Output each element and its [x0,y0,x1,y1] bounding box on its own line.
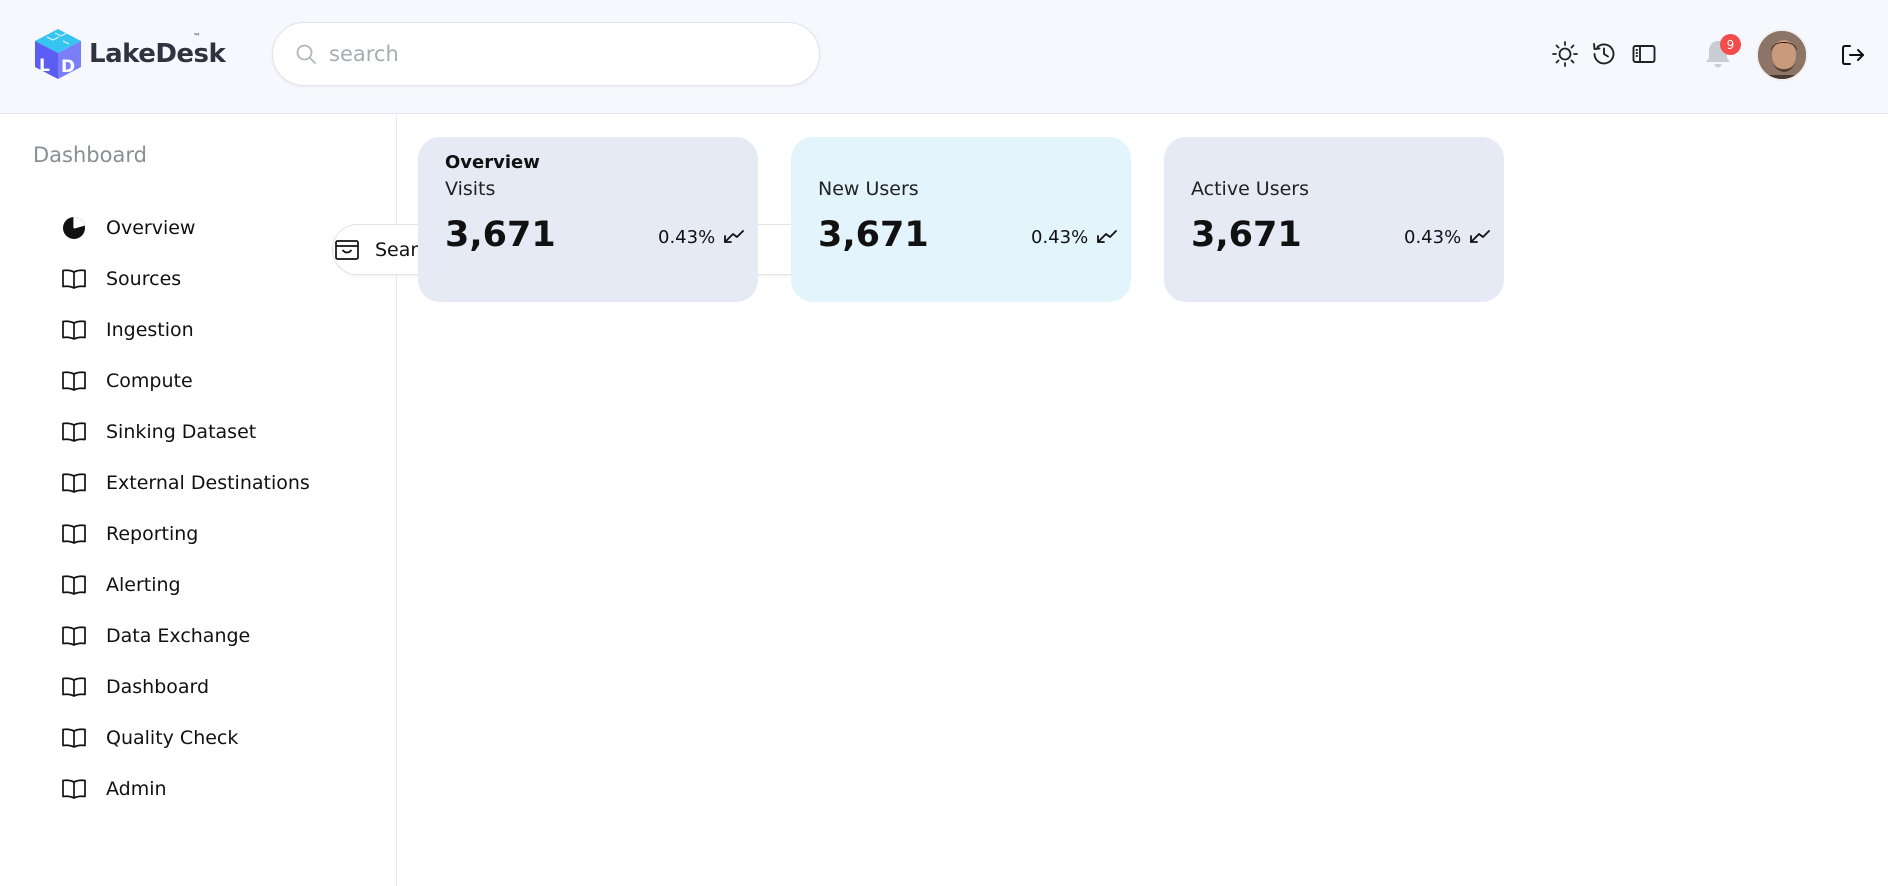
inbox-icon [333,236,361,264]
book-icon [60,418,88,446]
sidebar-item-label: Sinking Dataset [106,420,257,443]
sidebar-item-reporting[interactable]: Reporting [60,508,310,559]
sidebar-item-label: Admin [106,777,167,800]
top-header: L D LakeDesk ™ search 9 [0,0,1888,114]
sidebar-item-external-destinations[interactable]: External Destinations [60,457,310,508]
sidebar-item-compute[interactable]: Compute [60,355,310,406]
sidebar-item-dashboard[interactable]: Dashboard [60,661,310,712]
sidebar-item-sinking-dataset[interactable]: Sinking Dataset [60,406,310,457]
sidebar-title: Dashboard [33,143,147,167]
pie-chart-icon [60,214,88,242]
sidebar-item-label: Compute [106,369,193,392]
sidebar-item-label: Quality Check [106,726,239,749]
book-icon [60,571,88,599]
page-title: Overview [445,152,540,173]
svg-text:L: L [39,56,50,76]
stat-card-visits[interactable]: Overview Visits 3,671 0.43% [418,137,758,302]
sidebar-item-label: Ingestion [106,318,194,341]
sidebar-item-label: Dashboard [106,675,210,698]
sidebar-item-label: Overview [106,216,196,239]
logo-cube-icon: L D [35,29,81,79]
sidebar-item-overview[interactable]: Overview [60,202,310,253]
book-icon [60,673,88,701]
book-icon [60,622,88,650]
sidebar-item-admin[interactable]: Admin [60,763,310,814]
stat-card-label: New Users [818,178,919,200]
sidebar-item-label: Reporting [106,522,199,545]
trend-down-icon [1095,227,1117,247]
brand-name: LakeDesk [89,39,226,69]
sidebar-item-label: Data Exchange [106,624,251,647]
trend-down-icon [722,227,744,247]
svg-text:D: D [61,57,75,77]
history-icon[interactable] [1590,40,1618,68]
notification-badge: 9 [1720,34,1741,55]
search-icon [293,41,319,67]
stat-card-value: 3,671 [1191,215,1302,255]
search-bar[interactable] [272,22,820,86]
stat-card-value: 3,671 [445,215,556,255]
sidebar-item-label: External Destinations [106,471,310,494]
sidebar-item-alerting[interactable]: Alerting [60,559,310,610]
book-icon [60,724,88,752]
sidebar-item-ingestion[interactable]: Ingestion [60,304,310,355]
sidebar-item-label: Sources [106,267,182,290]
sidebar: Dashboard Overview Search E [0,115,880,886]
logout-icon[interactable] [1838,40,1868,70]
stat-card-change: 0.43% [1404,227,1462,248]
sidebar-nav: Overview Search Explore Sources Ingest [60,202,880,814]
stat-card-label: Active Users [1191,178,1310,200]
sidebar-toggle-icon[interactable] [1630,40,1658,68]
book-icon [60,265,88,293]
avatar[interactable] [1756,29,1808,81]
search-input[interactable] [329,42,769,66]
book-icon [60,469,88,497]
trend-down-icon [1468,227,1490,247]
trademark-symbol: ™ [193,32,201,41]
book-icon [60,775,88,803]
stat-card-change: 0.43% [658,227,716,248]
sun-icon[interactable] [1551,40,1579,68]
sidebar-item-quality-check[interactable]: Quality Check [60,712,310,763]
sidebar-item-data-exchange[interactable]: Data Exchange [60,610,310,661]
stat-card-value: 3,671 [818,215,929,255]
stat-card-label: Visits [445,178,496,200]
sidebar-item-sources[interactable]: Sources [60,253,310,304]
book-icon [60,367,88,395]
book-icon [60,520,88,548]
book-icon [60,316,88,344]
stat-card-active-users[interactable]: Active Users 3,671 0.43% [1164,137,1504,302]
stat-card-new-users[interactable]: New Users 3,671 0.43% [791,137,1131,302]
sidebar-item-label: Alerting [106,573,181,596]
stat-card-change: 0.43% [1031,227,1089,248]
brand-logo[interactable]: L D LakeDesk ™ [33,26,226,82]
